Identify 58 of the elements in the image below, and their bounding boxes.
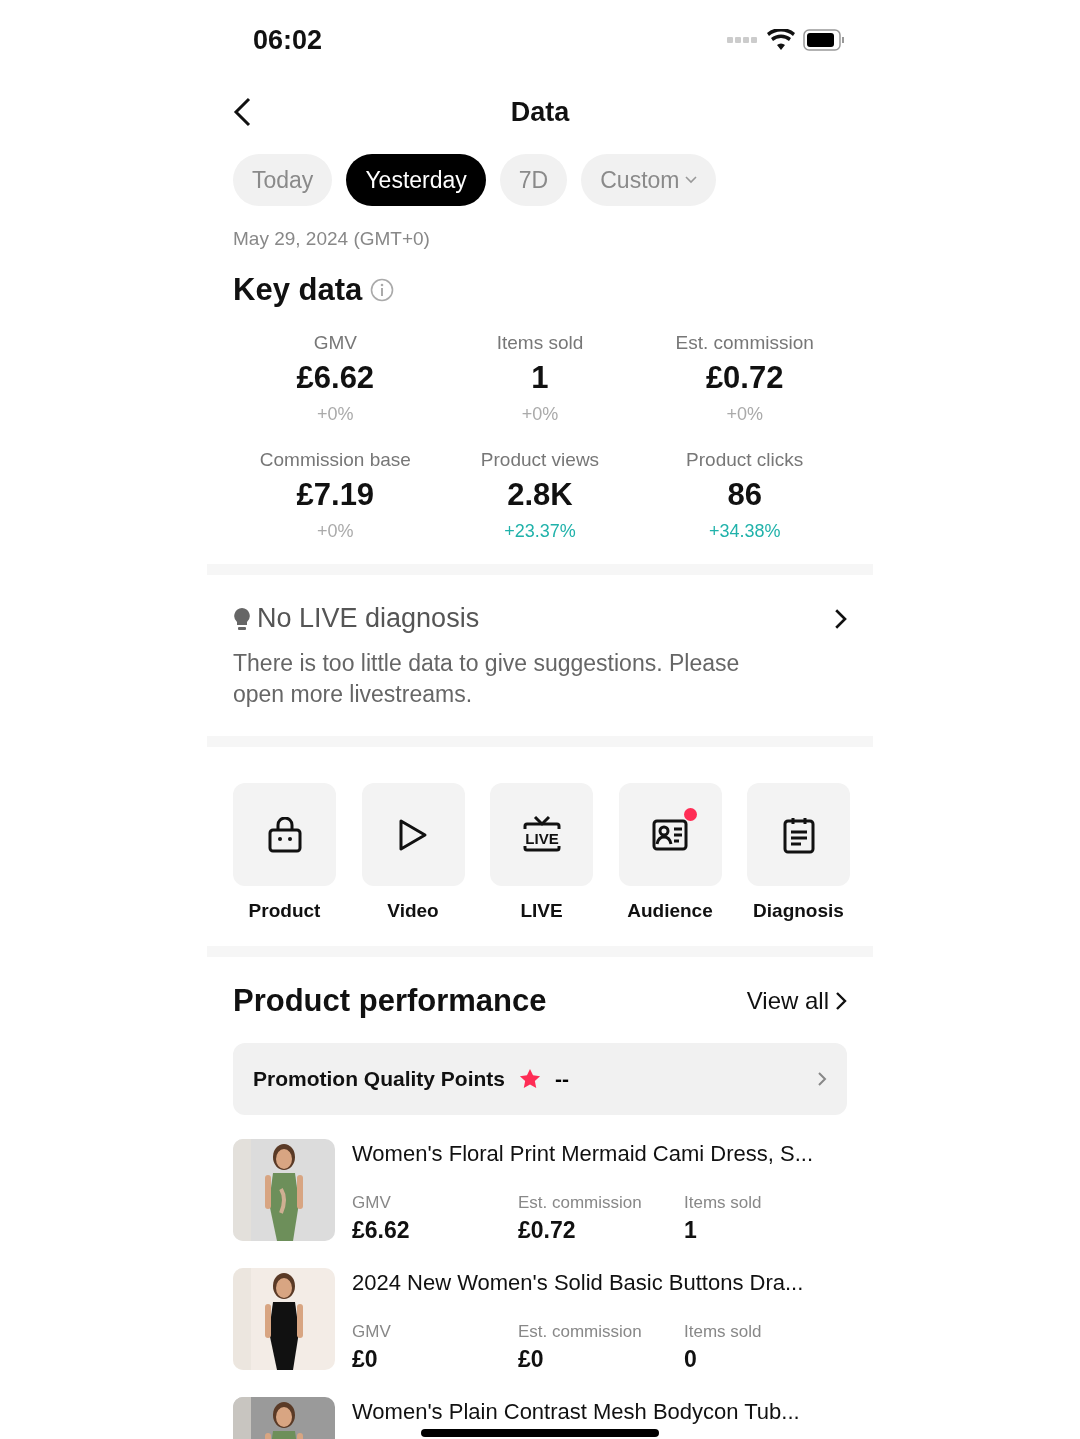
metric-value: 86	[727, 477, 762, 513]
metric-label: Est. commission	[675, 332, 814, 354]
product-name[interactable]: 2024 New Women's Solid Basic Buttons Dra...	[352, 1270, 847, 1296]
metric-label: Commission base	[259, 449, 411, 471]
star-icon	[519, 1068, 541, 1090]
lightbulb-icon	[233, 606, 251, 631]
diagnosis-title: No LIVE diagnosis	[257, 603, 481, 634]
clipboard-icon	[782, 815, 815, 854]
stat-value: £0.72	[518, 1217, 577, 1244]
metric-label: GMV	[313, 332, 357, 354]
play-icon	[398, 817, 428, 852]
stat-value: £0	[518, 1346, 545, 1373]
stat-label: Items sold	[684, 1322, 763, 1342]
wifi-icon	[767, 29, 795, 51]
view-all-link[interactable]: View all	[746, 987, 847, 1015]
stat-label: Est. commission	[518, 1193, 643, 1213]
page-title: Data	[509, 96, 571, 128]
section-title: Product performance	[233, 983, 547, 1019]
metric-label: Items sold	[496, 332, 584, 354]
metric-label: Product views	[480, 449, 600, 471]
chevron-right-icon	[833, 607, 847, 630]
metric-change: +0%	[317, 404, 354, 425]
promotion-points-row[interactable]: Promotion Quality Points --	[233, 1043, 847, 1115]
stat-value: 1	[684, 1217, 698, 1244]
date-range: May 29, 2024 (GMT+0)	[233, 228, 431, 250]
promotion-label: Promotion Quality Points	[253, 1067, 505, 1091]
metric-value: 1	[531, 360, 549, 396]
chevron-right-icon	[835, 991, 847, 1011]
battery-icon	[803, 29, 845, 51]
metric-value: £7.19	[296, 477, 375, 513]
chevron-right-icon	[817, 1071, 827, 1087]
metric-value: £6.62	[296, 360, 375, 396]
metric-change: +23.37%	[504, 521, 576, 542]
stat-value: £0	[352, 1346, 379, 1373]
date-tab[interactable]: Yesterday	[346, 154, 486, 206]
stat-value: 0	[684, 1346, 698, 1373]
status-time: 06:02	[253, 24, 323, 56]
promotion-value: --	[555, 1067, 570, 1091]
product-name[interactable]: Women's Floral Print Mermaid Cami Dress, S...	[352, 1141, 847, 1167]
stat-label: GMV	[352, 1193, 392, 1213]
shopping-bag-icon	[267, 816, 302, 853]
stat-label: GMV	[352, 1322, 392, 1342]
id-card-icon	[652, 818, 688, 851]
metric-value: £0.72	[705, 360, 784, 396]
metric-change: +0%	[726, 404, 763, 425]
stat-label: Est. commission	[518, 1322, 643, 1342]
stat-value: £6.62	[352, 1217, 411, 1244]
stat-label: Items sold	[684, 1193, 763, 1213]
diagnosis-text: There is too little data to give suggestions. Please open more livestreams.	[233, 649, 741, 709]
metric-change: +0%	[521, 404, 559, 425]
metric-change: +34.38%	[708, 521, 781, 542]
metric-value: 2.8K	[507, 477, 573, 513]
metric-label: Product clicks	[686, 449, 804, 471]
product-name[interactable]: Women's Plain Contrast Mesh Bodycon Tub...	[352, 1399, 847, 1425]
signal-icon	[727, 37, 759, 43]
back-icon[interactable]	[233, 97, 251, 127]
metric-change: +0%	[317, 521, 354, 542]
section-title: Key data	[233, 272, 363, 308]
